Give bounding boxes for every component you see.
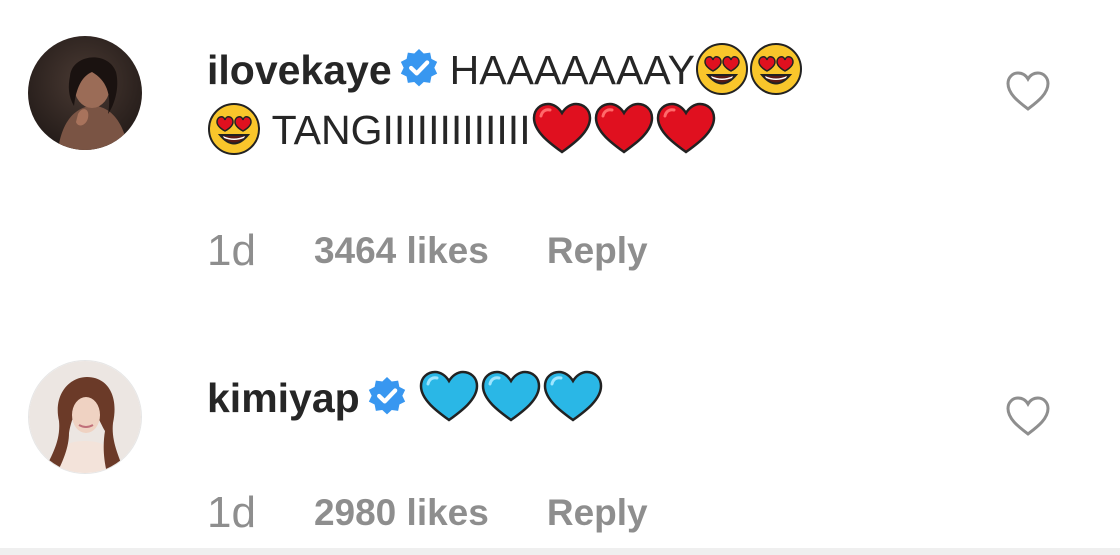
heart-eyes-emoji-icon — [749, 43, 802, 95]
blue-heart-emoji-icon — [481, 370, 540, 422]
red-heart-emoji-icon — [532, 102, 591, 154]
username-link[interactable]: kimiyap — [207, 375, 360, 421]
username-link[interactable]: ilovekaye — [207, 47, 392, 93]
red-heart-emoji-icon — [656, 102, 715, 154]
comment-likes-count[interactable]: 2980 likes — [314, 492, 489, 534]
comment-time[interactable]: 1d — [207, 226, 256, 276]
comment-text-part1: HAAAAAAAY — [449, 47, 695, 93]
comment-meta: 1d 3464 likes Reply — [207, 226, 648, 276]
heart-outline-icon[interactable] — [1005, 395, 1051, 437]
comment-time[interactable]: 1d — [207, 488, 256, 538]
divider — [0, 548, 1120, 555]
comment-likes-count[interactable]: 3464 likes — [314, 230, 489, 272]
verified-badge-icon — [400, 49, 437, 87]
heart-outline-icon[interactable] — [1005, 70, 1051, 112]
comment-item: ilovekaye HAAAAAAAY TANGIIIIIIIIIIIII 1d… — [0, 0, 1120, 300]
heart-eyes-emoji-icon — [208, 103, 260, 155]
comment-text: ilovekaye HAAAAAAAY TANGIIIIIIIIIIIII — [207, 40, 947, 160]
blue-heart-emoji-icon — [543, 370, 602, 422]
blue-heart-emoji-icon — [419, 370, 478, 422]
avatar[interactable] — [28, 36, 142, 150]
avatar[interactable] — [28, 360, 142, 474]
reply-button[interactable]: Reply — [547, 492, 648, 534]
comment-item: kimiyap 1d 2980 likes Reply — [0, 330, 1120, 555]
comment-meta: 1d 2980 likes Reply — [207, 488, 648, 538]
verified-badge-icon — [368, 377, 405, 415]
red-heart-emoji-icon — [594, 102, 653, 154]
reply-button[interactable]: Reply — [547, 230, 648, 272]
comment-text: kimiyap — [207, 368, 947, 428]
heart-eyes-emoji-icon — [695, 43, 748, 95]
comment-text-part2: TANGIIIIIIIIIIIII — [271, 107, 531, 153]
